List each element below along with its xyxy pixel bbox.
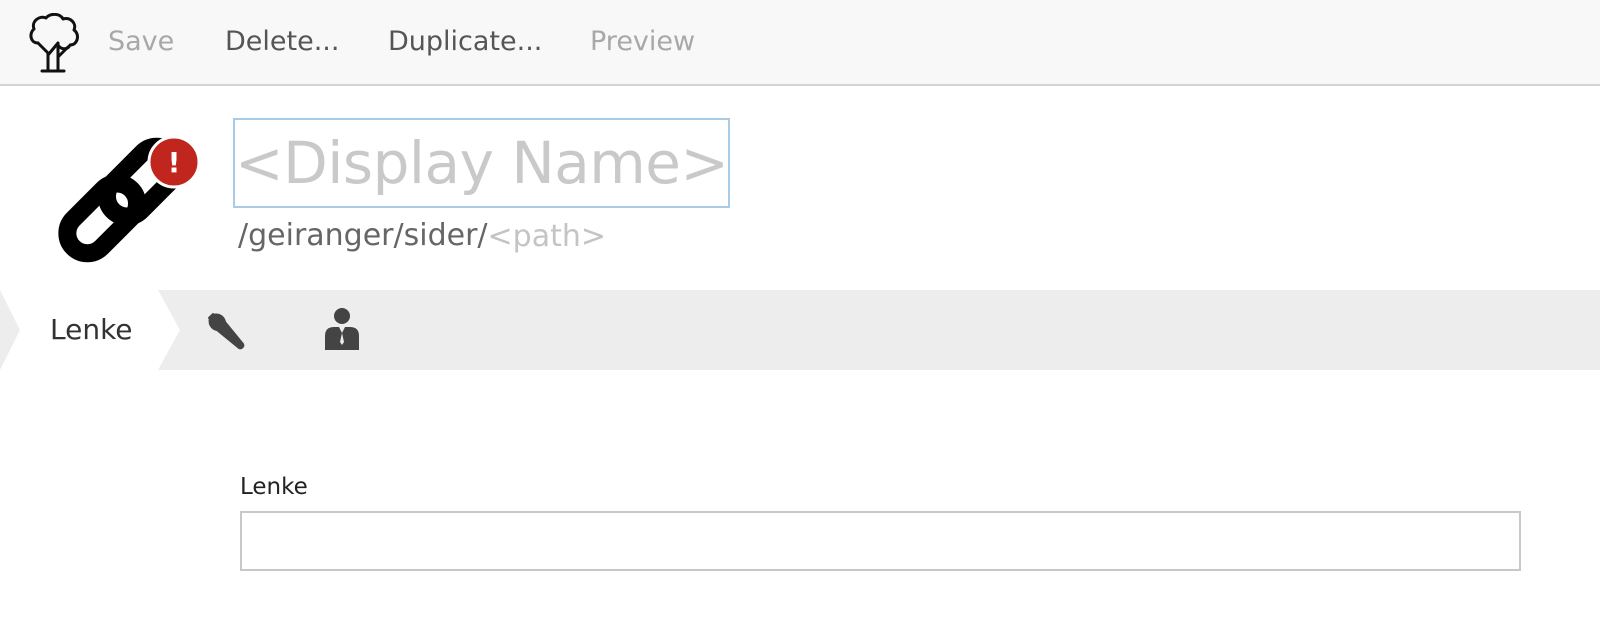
path-prefix: /geiranger/sider/ [238, 218, 488, 253]
delete-button[interactable]: Delete... [225, 24, 339, 60]
save-button[interactable]: Save [108, 24, 174, 60]
tab-bar: Lenke [0, 290, 1600, 370]
lenke-field-label: Lenke [240, 474, 308, 500]
duplicate-button[interactable]: Duplicate... [388, 24, 542, 60]
wrench-icon [208, 313, 245, 350]
tree-logo-icon[interactable] [28, 12, 82, 75]
tab-security[interactable] [322, 306, 362, 352]
path-input[interactable] [487, 216, 638, 256]
error-badge-text: ! [168, 146, 181, 179]
person-icon [325, 308, 359, 350]
content-type-icon: ! [44, 124, 204, 264]
path-line: /geiranger/sider/ [238, 216, 638, 256]
tab-lenke[interactable]: Lenke [50, 310, 133, 350]
preview-button[interactable]: Preview [590, 24, 695, 60]
toolbar: Save Delete... Duplicate... Preview [0, 0, 1600, 86]
tab-settings[interactable] [203, 308, 247, 352]
lenke-input[interactable] [240, 511, 1521, 571]
display-name-input[interactable] [233, 118, 730, 208]
